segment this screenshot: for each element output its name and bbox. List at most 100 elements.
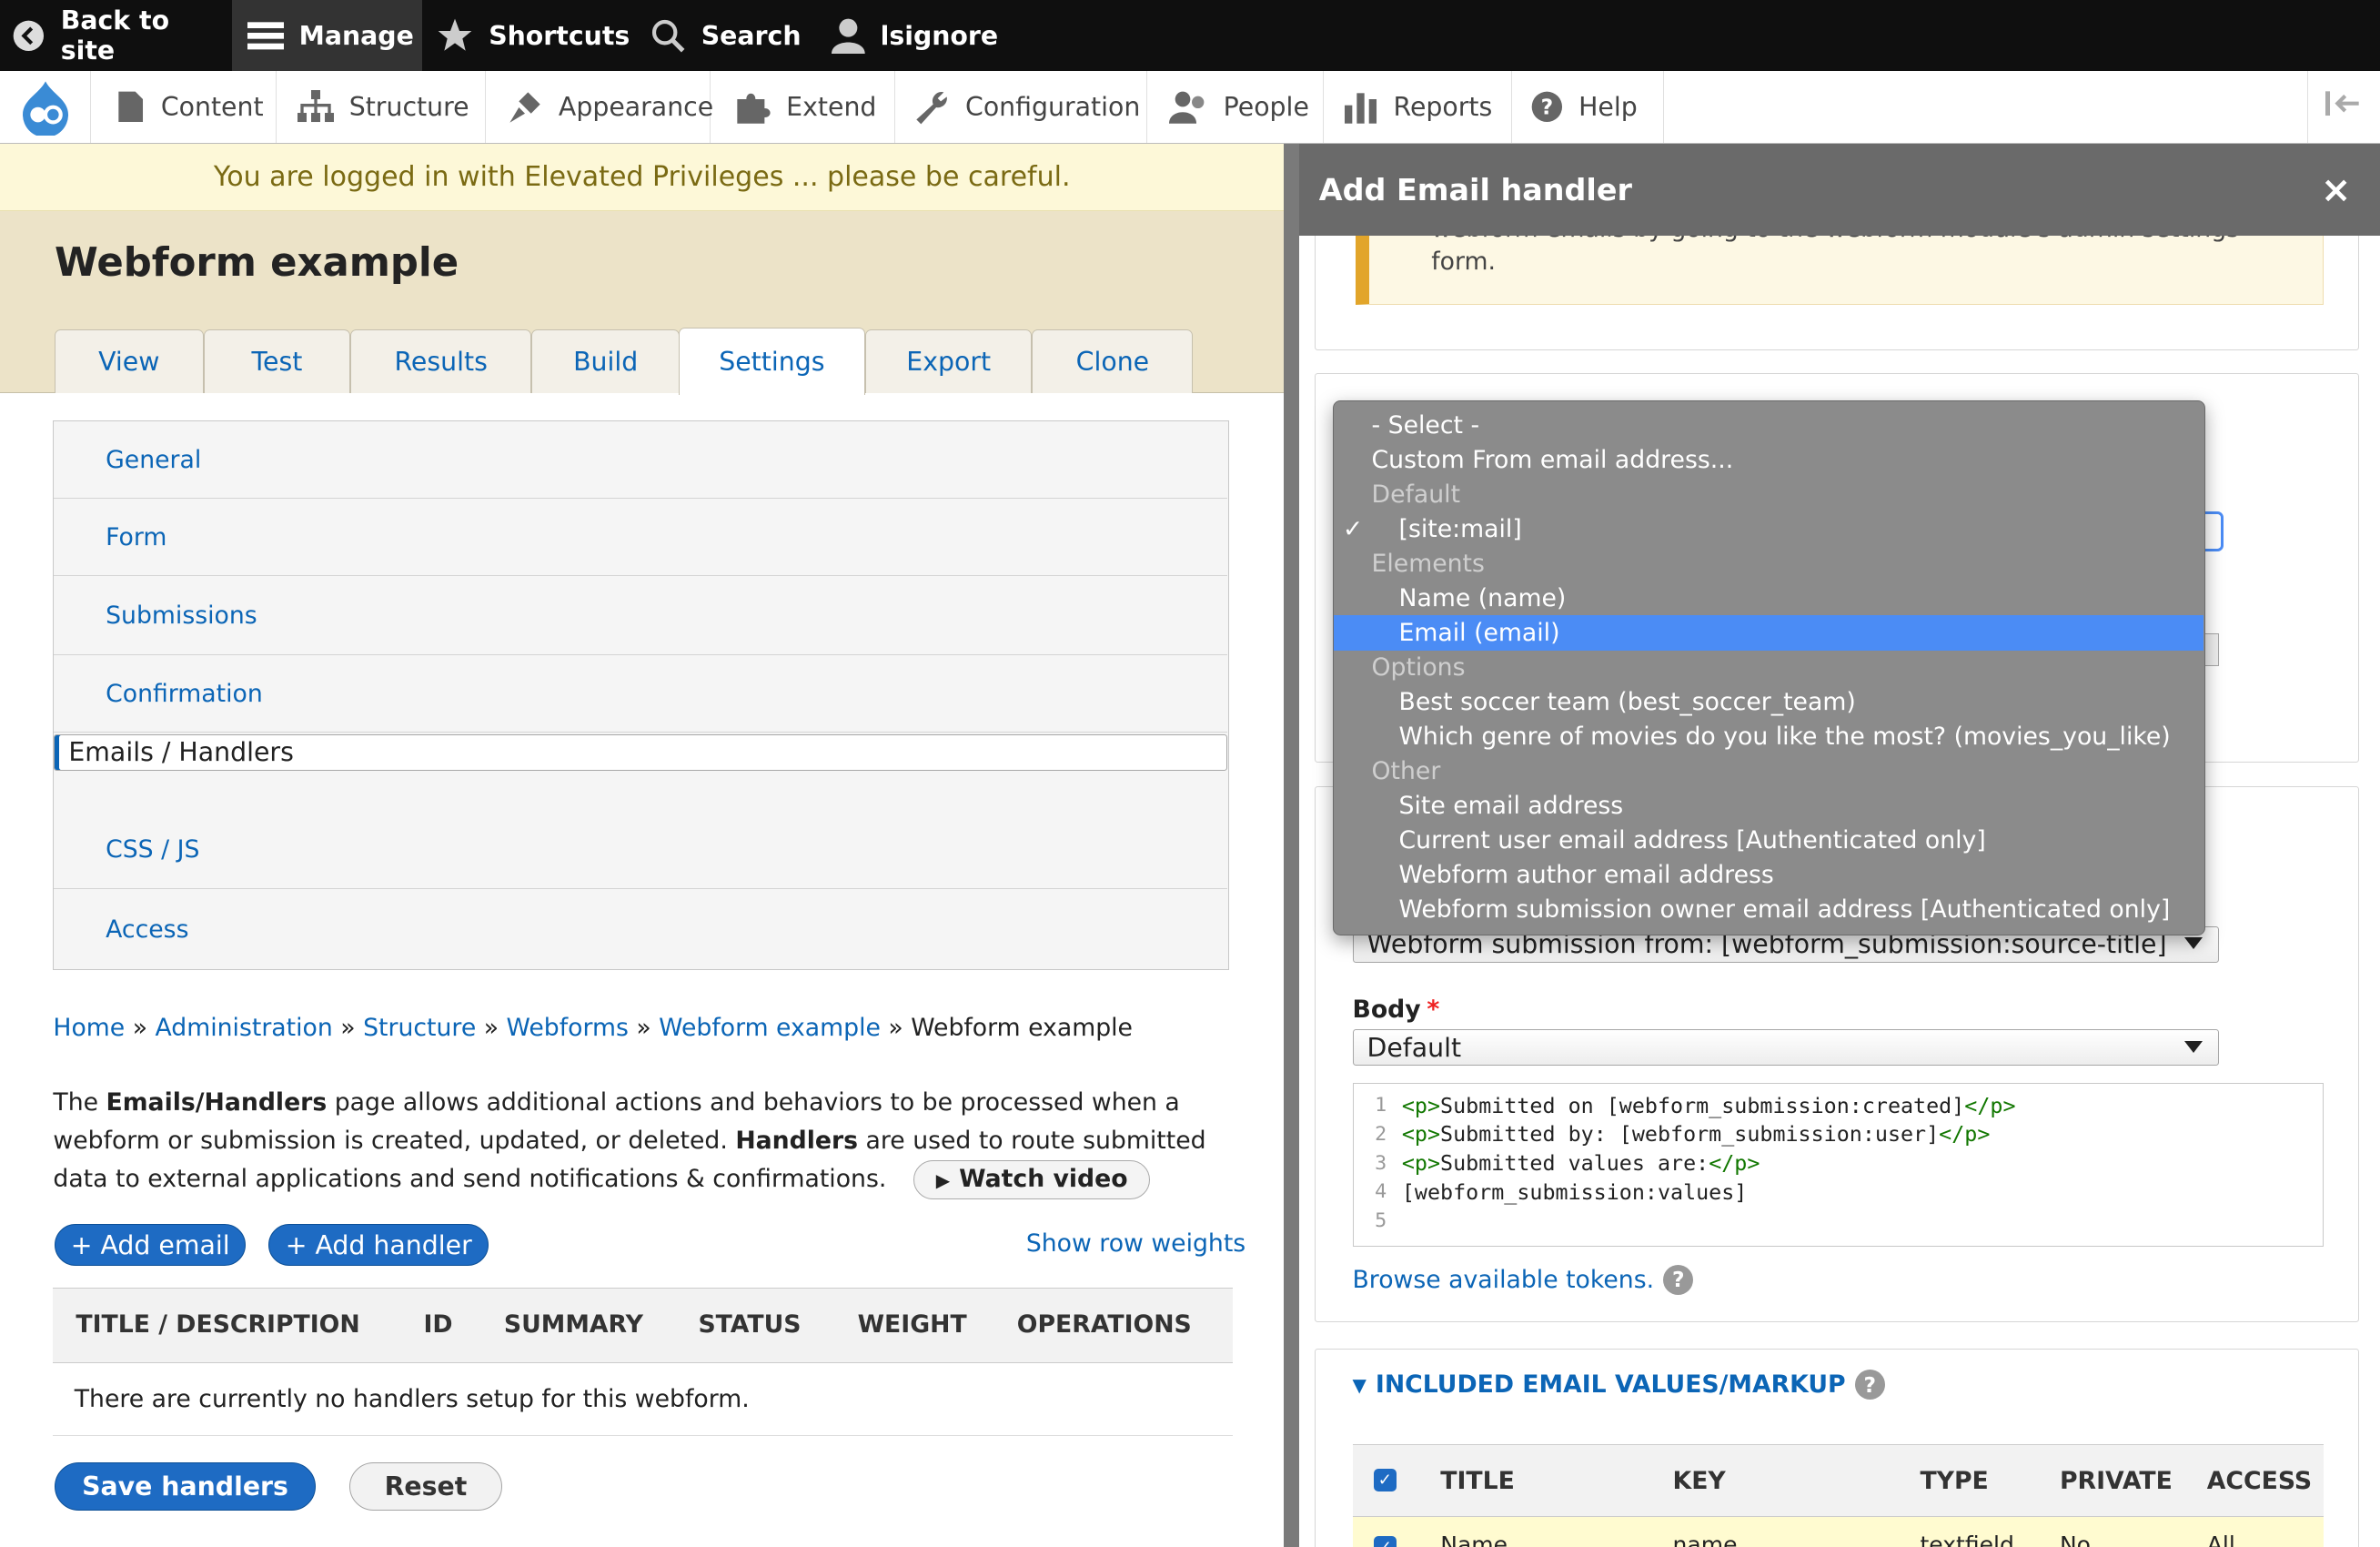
tab-results[interactable]: Results: [350, 329, 531, 394]
breadcrumb-administration[interactable]: Administration: [156, 1014, 333, 1042]
breadcrumb-current: Webform example: [911, 1014, 1133, 1043]
dropdown-option[interactable]: Best soccer team (best_soccer_team): [1334, 684, 2204, 719]
tab-export[interactable]: Export: [864, 329, 1033, 394]
dropdown-option[interactable]: ✓ [site:mail]: [1334, 511, 2204, 546]
shortcuts-tab[interactable]: Shortcuts: [425, 0, 630, 71]
tab-test[interactable]: Test: [203, 329, 351, 394]
menu-appearance[interactable]: Appearance: [486, 71, 713, 143]
breadcrumb-structure[interactable]: Structure: [363, 1014, 476, 1042]
puzzle-icon: [734, 90, 771, 124]
browse-tokens-link[interactable]: Browse available tokens.?: [1353, 1264, 1694, 1296]
vtab-access[interactable]: Access: [54, 891, 1227, 968]
vtab-form[interactable]: Form: [54, 499, 1228, 577]
body-code-editor[interactable]: 1 <p> Submitted on [webform_submission:cre…: [1352, 1082, 2325, 1247]
dropdown-group-label: Other: [1371, 757, 1441, 786]
dialog-title: Add Email handler: [1299, 144, 2380, 236]
code-line: 3 <p> Submitted values are: </p>: [1375, 1150, 1760, 1177]
dropdown-option[interactable]: Current user email address [Authenticate…: [1334, 824, 2204, 858]
body-select[interactable]: Default: [1352, 1029, 2220, 1067]
elevated-privileges-warning: You are logged in with Elevated Privileg…: [0, 144, 1285, 211]
menu-reports[interactable]: Reports: [1324, 71, 1512, 143]
dropdown-option[interactable]: Site email address: [1334, 789, 2204, 824]
code-line: 5: [1375, 1209, 1387, 1232]
help-icon[interactable]: ?: [1663, 1264, 1694, 1296]
tab-clone[interactable]: Clone: [1032, 329, 1194, 394]
menu-people[interactable]: People: [1147, 71, 1324, 143]
add-handler-button[interactable]: + Add handler: [268, 1223, 489, 1267]
dropdown-option[interactable]: Name (name): [1334, 581, 2204, 615]
show-row-weights-link[interactable]: Show row weights: [1026, 1229, 1245, 1258]
paintbrush-icon: [507, 89, 543, 126]
empty-table-message: There are currently no handlers setup fo…: [53, 1363, 1233, 1437]
vtab-css-js[interactable]: CSS / JS: [54, 812, 1228, 889]
drupal-logo[interactable]: [0, 71, 92, 143]
menu-content[interactable]: Content: [94, 71, 277, 143]
vtab-general[interactable]: General: [54, 421, 1228, 500]
dropdown-option[interactable]: Custom From email address...: [1334, 442, 2204, 477]
tab-build[interactable]: Build: [530, 329, 681, 394]
required-marker: *: [1427, 996, 1440, 1025]
dialog-divider: [1284, 144, 1300, 1547]
row-checkbox[interactable]: ✓: [1373, 1536, 1397, 1547]
manage-tab[interactable]: Manage: [232, 0, 422, 72]
chevron-down-icon: [2184, 1040, 2204, 1053]
dropdown-option[interactable]: Which genre of movies do you like the mo…: [1334, 719, 2204, 753]
dropdown-option[interactable]: - Select -: [1334, 408, 2204, 442]
col-status: STATUS: [698, 1310, 802, 1340]
dropdown-group-label: Default: [1371, 480, 1461, 509]
code-line: 1 <p> Submitted on [webform_submission:cre…: [1375, 1092, 2016, 1118]
toolbar: Back to site Manage Shortcuts Search lsi…: [0, 0, 2380, 72]
admin-menu: Content Structure Appearance Extend Conf…: [0, 71, 2380, 145]
help-icon[interactable]: ?: [1854, 1369, 1885, 1400]
col-type: TYPE: [1920, 1467, 1989, 1496]
vtab-confirmation[interactable]: Confirmation: [54, 655, 1228, 733]
body-label: Body *: [1352, 996, 1440, 1025]
menu-icon: [247, 19, 284, 53]
reset-button[interactable]: Reset: [348, 1461, 503, 1511]
search-tab[interactable]: Search: [638, 0, 805, 71]
dropdown-option[interactable]: Webform submission owner email address […: [1334, 893, 2204, 927]
wrench-icon: [913, 89, 950, 126]
orientation-toggle[interactable]: [2306, 71, 2380, 143]
col-id: ID: [423, 1310, 453, 1340]
user-tab[interactable]: lsignore: [820, 0, 1002, 71]
back-to-site-link[interactable]: Back to site: [0, 0, 227, 71]
vtab-emails-handlers[interactable]: Emails / Handlers: [54, 733, 1228, 771]
people-icon: [1168, 90, 1208, 124]
menu-extend[interactable]: Extend: [713, 71, 896, 143]
menu-help[interactable]: ? Help: [1508, 71, 1664, 143]
watch-video-button[interactable]: ▶ Watch video: [913, 1159, 1150, 1199]
dropdown-option[interactable]: Webform author email address: [1334, 858, 2204, 893]
tab-view[interactable]: View: [55, 329, 204, 394]
dialog-close-button[interactable]: ×: [2314, 167, 2359, 213]
dropdown-option[interactable]: Email (email): [1333, 615, 2204, 651]
menu-configuration[interactable]: Configuration: [892, 71, 1148, 143]
sitemap-icon: [297, 90, 335, 124]
chevron-down-icon: [2184, 937, 2204, 950]
breadcrumb-home[interactable]: Home: [53, 1014, 125, 1042]
dropdown-group-label: Options: [1371, 653, 1466, 682]
email-settings-notice: webform emails by going to the webform m…: [1355, 215, 2325, 306]
select-all-checkbox[interactable]: ✓: [1373, 1469, 1397, 1492]
svg-text:?: ?: [1540, 95, 1553, 120]
save-handlers-button[interactable]: Save handlers: [55, 1461, 316, 1511]
table-row[interactable]: ✓ Name name textfield No All: [1352, 1516, 2325, 1547]
triangle-down-icon: ▼: [1352, 1373, 1366, 1396]
breadcrumb-webforms[interactable]: Webforms: [507, 1014, 629, 1042]
col-weight: WEIGHT: [857, 1310, 967, 1340]
document-icon: [116, 90, 146, 124]
star-icon: [437, 17, 473, 54]
tab-settings[interactable]: Settings: [678, 328, 865, 395]
col-access: ACCESS: [2206, 1467, 2313, 1496]
add-email-button[interactable]: + Add email: [55, 1223, 247, 1267]
menu-structure[interactable]: Structure: [277, 71, 486, 143]
included-values-toggle[interactable]: ▼ INCLUDED EMAIL VALUES/MARKUP?: [1352, 1369, 1885, 1400]
handlers-table-header: TITLE / DESCRIPTION ID SUMMARY STATUS WE…: [53, 1287, 1233, 1364]
user-icon: [832, 17, 865, 55]
col-title: TITLE: [1440, 1467, 1515, 1496]
col-title-description: TITLE / DESCRIPTION: [76, 1310, 360, 1340]
vtab-submissions[interactable]: Submissions: [54, 578, 1228, 656]
breadcrumb: Home » Administration » Structure » Webf…: [53, 1014, 1133, 1043]
breadcrumb-webform-example[interactable]: Webform example: [659, 1014, 881, 1042]
code-line: 2 <p> Submitted by: [webform_submission:us…: [1375, 1121, 1991, 1148]
